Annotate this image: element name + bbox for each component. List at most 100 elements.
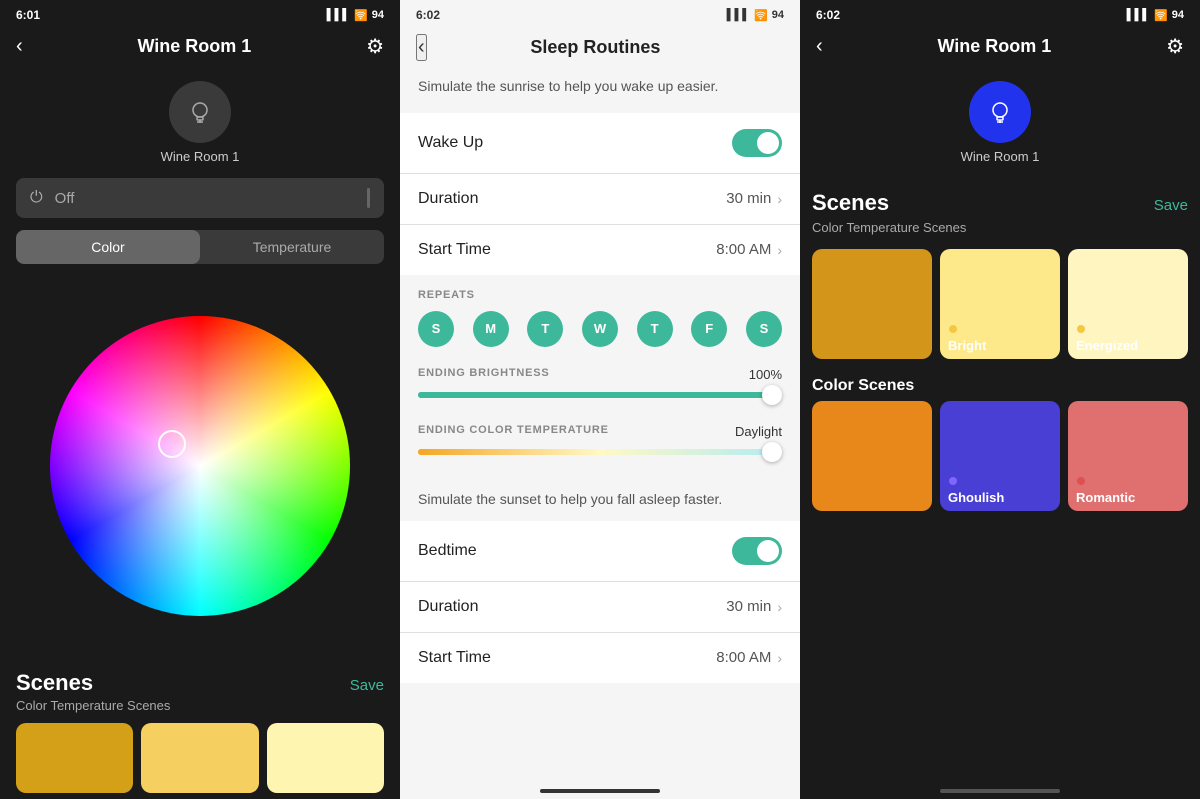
middle-status-bar: 6:02 ▌▌▌ 🛜 94 (400, 0, 800, 26)
left-device-icon (169, 81, 231, 143)
middle-brightness-value: 100% (749, 367, 782, 382)
left-scenes-row (16, 723, 384, 793)
left-device-label: Wine Room 1 (161, 149, 240, 164)
left-wifi-icon: 🛜 (354, 9, 368, 22)
middle-color-temp-label: ENDING COLOR TEMPERATURE (418, 424, 609, 439)
right-ghoulish-label: Ghoulish (948, 490, 1004, 505)
right-settings-icon[interactable]: ⚙ (1166, 34, 1184, 59)
left-color-wheel-section (0, 276, 400, 656)
middle-bedtime-start-row[interactable]: Start Time 8:00 AM › (400, 633, 800, 683)
left-settings-icon[interactable]: ⚙ (366, 34, 384, 59)
left-time: 6:01 (16, 8, 40, 22)
left-scene-light[interactable] (267, 723, 384, 793)
right-panel: 6:02 ▌▌▌ 🛜 94 ‹ Wine Room 1 ⚙ Wine Room … (800, 0, 1200, 799)
middle-bedtime-label: Bedtime (418, 542, 477, 560)
middle-duration-row[interactable]: Duration 30 min › (400, 174, 800, 224)
left-title: Wine Room 1 (137, 36, 251, 57)
left-scene-warm[interactable] (16, 723, 133, 793)
middle-brightness-track[interactable] (418, 392, 782, 398)
right-color-scenes-row: Ghoulish Romantic (800, 401, 1200, 511)
right-back-button[interactable]: ‹ (816, 35, 823, 58)
middle-bedtime-duration-value: 30 min (726, 598, 771, 615)
right-temp-subtitle: Color Temperature Scenes (812, 220, 1188, 235)
right-signal-icon: ▌▌▌ (1127, 9, 1150, 21)
right-scene-bright[interactable]: Bright (940, 249, 1060, 359)
middle-repeats-section: REPEATS S M T W T F S (400, 275, 800, 357)
right-bright-dot (949, 325, 957, 333)
left-scenes-save[interactable]: Save (350, 677, 384, 694)
middle-brightness-thumb[interactable] (762, 385, 782, 405)
right-bright-label: Bright (948, 338, 986, 353)
middle-start-time-row[interactable]: Start Time 8:00 AM › (400, 225, 800, 275)
middle-bedtime-start-value: 8:00 AM (716, 649, 771, 666)
middle-back-button[interactable]: ‹ (416, 34, 427, 61)
right-scene-ghoulish[interactable]: Ghoulish (940, 401, 1060, 511)
middle-color-temp-section: ENDING COLOR TEMPERATURE Daylight (400, 420, 800, 477)
right-battery: 94 (1172, 9, 1184, 21)
right-wifi-icon: 🛜 (1154, 9, 1168, 22)
right-scene-energized[interactable]: Energized (1068, 249, 1188, 359)
day-thursday[interactable]: T (637, 311, 673, 347)
right-romantic-label: Romantic (1076, 490, 1135, 505)
middle-start-label: Start Time (418, 241, 491, 259)
middle-color-temp-track[interactable] (418, 449, 782, 455)
left-power-bar[interactable]: ⏻ Off (16, 178, 384, 218)
middle-title: Sleep Routines (427, 37, 764, 58)
middle-repeats-days: S M T W T F S (418, 311, 782, 347)
left-power-label: Off (55, 190, 75, 207)
middle-wakeup-row: Wake Up (400, 113, 800, 173)
middle-bedtime-duration-label: Duration (418, 598, 478, 616)
right-scenes-header-section: Scenes Save Color Temperature Scenes (800, 178, 1200, 249)
day-sunday[interactable]: S (418, 311, 454, 347)
left-panel: 6:01 ▌▌▌ 🛜 94 ‹ Wine Room 1 ⚙ Wine Room … (0, 0, 400, 799)
right-scene-warm[interactable] (812, 249, 932, 359)
left-header: ‹ Wine Room 1 ⚙ (0, 26, 400, 71)
right-scene-orange[interactable] (812, 401, 932, 511)
left-status-bar: 6:01 ▌▌▌ 🛜 94 (0, 0, 400, 26)
right-scene-romantic[interactable]: Romantic (1068, 401, 1188, 511)
middle-brightness-label: ENDING BRIGHTNESS (418, 367, 550, 382)
day-saturday[interactable]: S (746, 311, 782, 347)
middle-bedtime-duration-row[interactable]: Duration 30 min › (400, 582, 800, 632)
day-friday[interactable]: F (691, 311, 727, 347)
left-device-section: Wine Room 1 (0, 71, 400, 178)
middle-duration-chevron: › (777, 191, 782, 207)
day-wednesday[interactable]: W (582, 311, 618, 347)
right-time: 6:02 (816, 8, 840, 22)
middle-repeats-label: REPEATS (418, 289, 782, 301)
middle-bedtime-toggle[interactable] (732, 537, 782, 565)
middle-wakeup-label: Wake Up (418, 134, 483, 152)
left-scenes-subtitle: Color Temperature Scenes (16, 698, 384, 713)
right-scenes-save[interactable]: Save (1154, 197, 1188, 214)
left-back-button[interactable]: ‹ (16, 35, 23, 58)
right-energized-label: Energized (1076, 338, 1138, 353)
middle-wakeup-toggle[interactable] (732, 129, 782, 157)
middle-battery: 94 (772, 9, 784, 21)
right-device-label: Wine Room 1 (961, 149, 1040, 164)
middle-header: ‹ Sleep Routines (400, 26, 800, 73)
right-title: Wine Room 1 (937, 36, 1051, 57)
right-header: ‹ Wine Room 1 ⚙ (800, 26, 1200, 71)
middle-color-temp-thumb[interactable] (762, 442, 782, 462)
middle-bedtime-start-chevron: › (777, 650, 782, 666)
right-scenes-title: Scenes (812, 190, 889, 216)
middle-panel: 6:02 ▌▌▌ 🛜 94 ‹ Sleep Routines Simulate … (400, 0, 800, 799)
middle-color-temp-value: Daylight (735, 424, 782, 439)
left-color-wheel[interactable] (50, 316, 350, 616)
day-monday[interactable]: M (473, 311, 509, 347)
left-battery: 94 (372, 9, 384, 21)
middle-bedtime-duration-chevron: › (777, 599, 782, 615)
left-scenes-section: Scenes Save Color Temperature Scenes (0, 656, 400, 799)
middle-wifi-icon: 🛜 (754, 9, 768, 22)
left-scene-bright[interactable] (141, 723, 258, 793)
tab-color[interactable]: Color (16, 230, 200, 264)
right-romantic-dot (1077, 477, 1085, 485)
right-device-icon (969, 81, 1031, 143)
middle-signal-icon: ▌▌▌ (727, 9, 750, 21)
day-tuesday[interactable]: T (527, 311, 563, 347)
left-signal-icon: ▌▌▌ (327, 9, 350, 21)
left-power-icon: ⏻ (30, 189, 43, 207)
tab-temperature[interactable]: Temperature (200, 230, 384, 264)
middle-sunset-desc: Simulate the sunset to help you fall asl… (400, 477, 800, 521)
right-ghoulish-dot (949, 477, 957, 485)
